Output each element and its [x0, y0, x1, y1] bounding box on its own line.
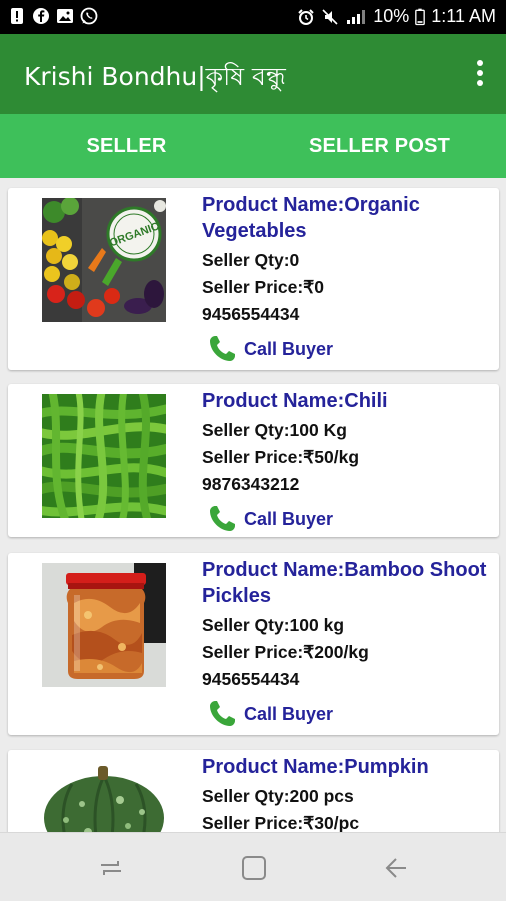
seller-price: Seller Price:₹30/pc	[202, 813, 360, 832]
call-buyer-button[interactable]: Call Buyer	[202, 502, 492, 536]
phone-icon	[210, 336, 235, 361]
recent-apps-icon[interactable]	[96, 853, 126, 883]
product-info: Product Name:Organic Vegetables Seller Q…	[202, 192, 492, 366]
product-card[interactable]: Product Name:Chili Seller Qty:100 Kg Sel…	[8, 384, 499, 537]
call-buyer-label: Call Buyer	[244, 508, 334, 529]
call-buyer-button[interactable]: Call Buyer	[202, 697, 492, 731]
phone-icon	[210, 506, 235, 531]
product-card[interactable]: Product Name:Bamboo Shoot Pickles Seller…	[8, 553, 499, 735]
call-buyer-label: Call Buyer	[244, 703, 334, 724]
navigation-bar	[0, 832, 506, 901]
alarm-icon	[298, 8, 314, 25]
product-list[interactable]: ORGANIC Product Name:Organic Vegetables …	[0, 178, 506, 832]
seller-price: Seller Price:₹200/kg	[202, 642, 369, 662]
product-info: Product Name:Chili Seller Qty:100 Kg Sel…	[202, 388, 492, 536]
product-image-pumpkin	[42, 760, 166, 832]
product-image-green-chili	[42, 394, 166, 518]
seller-price: Seller Price:₹50/kg	[202, 447, 360, 467]
product-image-pickle-jar	[42, 563, 166, 687]
product-card[interactable]: Product Name:Pumpkin Seller Qty:200 pcs …	[8, 750, 499, 832]
seller-phone: 9456554434	[202, 669, 300, 689]
mute-icon	[322, 8, 338, 25]
tab-seller[interactable]: SELLER	[0, 114, 253, 178]
battery-percent: 10%	[373, 6, 410, 26]
product-image-organic-vegetables: ORGANIC	[42, 198, 166, 322]
call-buyer-button[interactable]: Call Buyer	[202, 332, 492, 366]
battery-icon	[415, 8, 426, 25]
app-title: Krishi Bondhu|কৃষি বন্ধু	[24, 62, 286, 91]
alert-icon	[11, 8, 23, 24]
product-name: Product Name:Chili	[202, 390, 388, 412]
seller-qty: Seller Qty:100 kg	[202, 615, 345, 635]
clock: 1:11 AM	[431, 6, 496, 26]
gallery-icon	[57, 9, 73, 23]
seller-qty: Seller Qty:0	[202, 250, 300, 270]
status-bar: 10% 1:11 AM	[0, 0, 506, 34]
tab-seller-post[interactable]: SELLER POST	[253, 114, 506, 178]
seller-price: Seller Price:₹0	[202, 277, 325, 297]
call-buyer-label: Call Buyer	[244, 338, 334, 359]
phone-icon	[210, 701, 235, 726]
overflow-menu-icon[interactable]	[476, 60, 484, 88]
product-info: Product Name:Pumpkin Seller Qty:200 pcs …	[202, 754, 492, 832]
seller-qty: Seller Qty:200 pcs	[202, 786, 354, 806]
facebook-icon	[33, 8, 49, 24]
notification-icons	[8, 7, 98, 25]
tab-bar: SELLER SELLER POST	[0, 114, 506, 178]
product-name: Product Name:Organic Vegetables	[202, 194, 420, 242]
product-info: Product Name:Bamboo Shoot Pickles Seller…	[202, 557, 492, 731]
home-icon[interactable]	[239, 853, 269, 883]
seller-phone: 9456554434	[202, 304, 300, 324]
seller-qty: Seller Qty:100 Kg	[202, 420, 347, 440]
app-bar: Krishi Bondhu|কৃষি বন্ধু	[0, 34, 506, 114]
back-icon[interactable]	[382, 853, 412, 883]
product-name: Product Name:Bamboo Shoot Pickles	[202, 559, 487, 607]
seller-phone: 9876343212	[202, 474, 300, 494]
signal-icon	[347, 9, 366, 24]
product-name: Product Name:Pumpkin	[202, 756, 429, 778]
whatsapp-icon	[80, 7, 98, 25]
product-card[interactable]: ORGANIC Product Name:Organic Vegetables …	[8, 188, 499, 370]
system-status: 10% 1:11 AM	[297, 6, 496, 27]
